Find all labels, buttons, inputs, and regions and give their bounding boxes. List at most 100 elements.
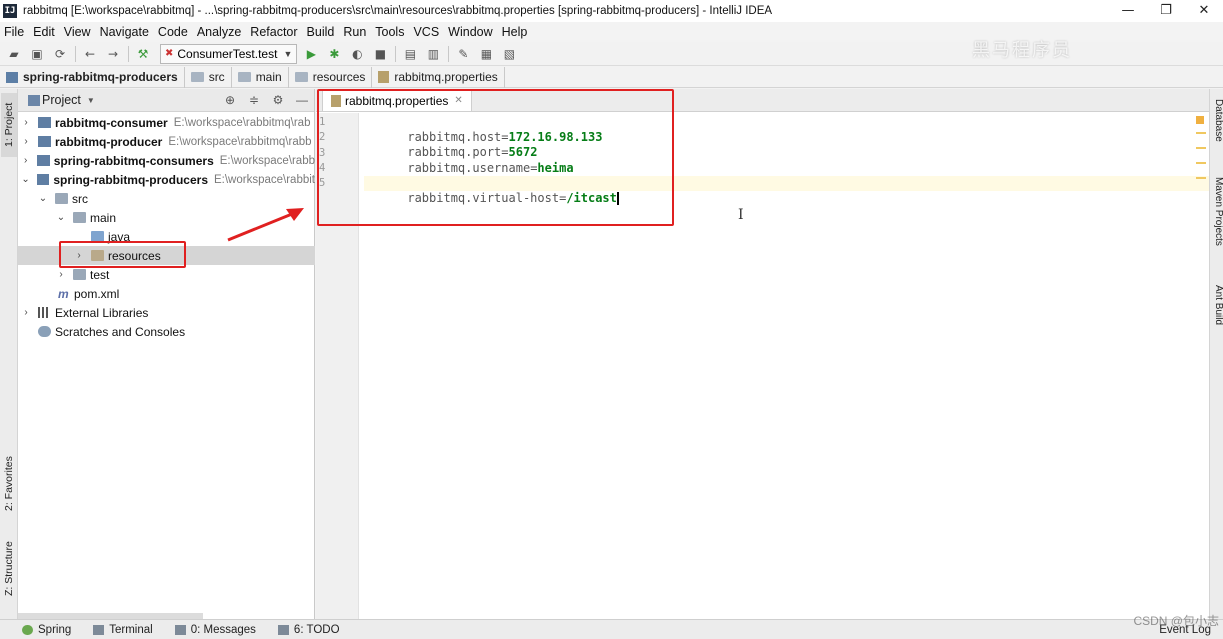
forward-icon[interactable]: → bbox=[104, 45, 122, 63]
debug-icon[interactable]: ✱ bbox=[325, 45, 343, 63]
error-stripe[interactable] bbox=[1196, 114, 1208, 614]
tree-item-spring-rabbitmq-consumers[interactable]: › spring-rabbitmq-consumers E:\workspace… bbox=[18, 151, 315, 170]
stop-icon[interactable]: ■ bbox=[371, 45, 389, 63]
tree-item-rabbitmq-consumer[interactable]: › rabbitmq-consumer E:\workspace\rabbitm… bbox=[18, 113, 315, 132]
tool-tab-project[interactable]: 1: Project bbox=[1, 93, 17, 157]
tree-item-scratches[interactable]: Scratches and Consoles bbox=[18, 322, 315, 341]
project-structure-icon[interactable]: ▤ bbox=[401, 45, 419, 63]
tree-item-path: E:\workspace\rabbitmq\rab bbox=[173, 116, 311, 129]
run-icon[interactable]: ▶ bbox=[302, 45, 320, 63]
coverage-icon[interactable]: ◐ bbox=[348, 45, 366, 63]
breadcrumb-main[interactable]: main bbox=[232, 66, 289, 88]
tool-tab-spring[interactable]: Spring bbox=[22, 624, 71, 636]
run-configuration-select[interactable]: ✖ ConsumerTest.test ▼ bbox=[160, 43, 298, 64]
test-config-icon: ✖ bbox=[165, 48, 174, 59]
menu-code[interactable]: Code bbox=[154, 25, 193, 39]
vcs-icon[interactable]: ▧ bbox=[500, 45, 518, 63]
menu-refactor[interactable]: Refactor bbox=[246, 25, 302, 39]
maven-icon: m bbox=[58, 286, 69, 301]
module-icon bbox=[38, 136, 51, 147]
close-button[interactable]: ✕ bbox=[1185, 0, 1223, 22]
text-cursor-icon: I bbox=[738, 207, 744, 223]
tool-tab-database[interactable]: Database bbox=[1210, 99, 1223, 159]
tool-tab-todo[interactable]: 6: TODO bbox=[277, 623, 340, 636]
toolbar-separator bbox=[395, 45, 397, 62]
chevron-right-icon[interactable]: › bbox=[20, 155, 31, 166]
gear-icon[interactable]: ⚙ bbox=[266, 93, 290, 107]
menu-window[interactable]: Window bbox=[444, 25, 497, 39]
window-controls: — ❐ ✕ bbox=[1109, 0, 1223, 22]
tree-item-path: E:\workspace\rabb bbox=[219, 154, 315, 167]
toolbar-separator bbox=[448, 45, 450, 62]
tool-tab-favorites[interactable]: 2: Favorites bbox=[1, 444, 17, 524]
chevron-down-icon[interactable]: ▼ bbox=[87, 96, 95, 105]
chevron-down-icon[interactable]: ⌄ bbox=[55, 212, 67, 223]
menu-help[interactable]: Help bbox=[498, 25, 533, 39]
tree-item-spring-rabbitmq-producers[interactable]: ⌄ spring-rabbitmq-producers E:\workspace… bbox=[18, 170, 315, 189]
build-hammer-icon[interactable]: ⚒ bbox=[134, 45, 152, 63]
tool-tab-terminal[interactable]: Terminal bbox=[93, 624, 153, 636]
breadcrumb-resources[interactable]: resources bbox=[289, 66, 373, 88]
menu-view[interactable]: View bbox=[60, 25, 96, 39]
menu-analyze[interactable]: Analyze bbox=[193, 25, 246, 39]
menu-build[interactable]: Build bbox=[303, 25, 340, 39]
tool-tab-label: Spring bbox=[38, 623, 72, 636]
right-tool-strip: Database Maven Projects Ant Build bbox=[1209, 89, 1223, 619]
menu-run[interactable]: Run bbox=[339, 25, 371, 39]
breadcrumb-file[interactable]: rabbitmq.properties bbox=[372, 66, 505, 88]
breadcrumb-module[interactable]: spring-rabbitmq-producers bbox=[0, 66, 185, 88]
restore-button[interactable]: ❐ bbox=[1147, 0, 1185, 22]
chevron-down-icon[interactable]: ⌄ bbox=[37, 193, 49, 204]
chevron-right-icon[interactable]: › bbox=[20, 117, 32, 128]
stripe-mark[interactable] bbox=[1196, 177, 1206, 179]
menu-tools[interactable]: Tools bbox=[371, 25, 409, 39]
tool-tab-label: 6: TODO bbox=[293, 623, 340, 636]
hide-icon[interactable]: — bbox=[290, 93, 314, 107]
tree-item-label: rabbitmq-producer bbox=[55, 134, 163, 149]
stripe-mark[interactable] bbox=[1196, 147, 1206, 149]
folder-icon bbox=[55, 193, 68, 204]
menu-vcs[interactable]: VCS bbox=[409, 25, 444, 39]
chevron-down-icon[interactable]: ⌄ bbox=[20, 174, 31, 185]
menu-file[interactable]: File bbox=[0, 25, 29, 39]
module-icon bbox=[6, 71, 18, 83]
tool-tab-structure[interactable]: Z: Structure bbox=[1, 534, 17, 604]
project-view-selector[interactable]: Project bbox=[42, 93, 81, 107]
back-icon[interactable]: ← bbox=[81, 45, 99, 63]
tool-tab-ant-build[interactable]: Ant Build bbox=[1210, 285, 1223, 347]
collapse-all-icon[interactable]: ≑ bbox=[242, 93, 266, 107]
properties-file-icon bbox=[378, 71, 390, 83]
settings-wrench-icon[interactable]: ✎ bbox=[454, 45, 472, 63]
toolbar-separator bbox=[128, 45, 129, 62]
project-panel-header: Project ▼ ⊕ ≑ ⚙ — bbox=[18, 89, 314, 112]
sdk-icon[interactable]: ▥ bbox=[424, 45, 442, 63]
folder-icon bbox=[73, 269, 86, 280]
tree-item-external-libraries[interactable]: › External Libraries bbox=[18, 303, 315, 322]
tool-tab-maven-projects[interactable]: Maven Projects bbox=[1210, 177, 1223, 269]
save-icon[interactable]: ▣ bbox=[28, 45, 46, 63]
stripe-mark[interactable] bbox=[1196, 132, 1206, 134]
sync-icon[interactable]: ⟳ bbox=[51, 45, 69, 63]
structure-icon[interactable]: ▦ bbox=[477, 45, 495, 63]
minimize-button[interactable]: — bbox=[1109, 0, 1147, 22]
intellij-icon: IJ bbox=[3, 4, 17, 18]
menu-edit[interactable]: Edit bbox=[29, 25, 60, 39]
annotation-box-resources bbox=[59, 241, 186, 268]
tree-item-rabbitmq-producer[interactable]: › rabbitmq-producer E:\workspace\rabbitm… bbox=[18, 132, 315, 151]
tree-item-label: rabbitmq-consumer bbox=[55, 115, 168, 130]
locate-icon[interactable]: ⊕ bbox=[218, 93, 242, 107]
folder-icon bbox=[237, 72, 251, 82]
tool-tab-messages[interactable]: 0: Messages bbox=[174, 624, 256, 636]
chevron-right-icon[interactable]: › bbox=[20, 136, 32, 147]
library-icon bbox=[38, 307, 51, 318]
stripe-mark[interactable] bbox=[1196, 162, 1206, 164]
chevron-right-icon[interactable]: › bbox=[20, 307, 32, 318]
menu-navigate[interactable]: Navigate bbox=[96, 25, 154, 39]
run-configuration-label: ConsumerTest.test bbox=[177, 46, 278, 61]
tree-item-label: Scratches and Consoles bbox=[55, 324, 186, 339]
analysis-status-icon[interactable] bbox=[1196, 116, 1204, 124]
chevron-right-icon[interactable]: › bbox=[55, 269, 67, 280]
open-folder-icon[interactable]: ▰ bbox=[5, 45, 23, 63]
breadcrumb-src[interactable]: src bbox=[185, 66, 232, 88]
tree-item-pom[interactable]: m pom.xml bbox=[18, 284, 315, 303]
